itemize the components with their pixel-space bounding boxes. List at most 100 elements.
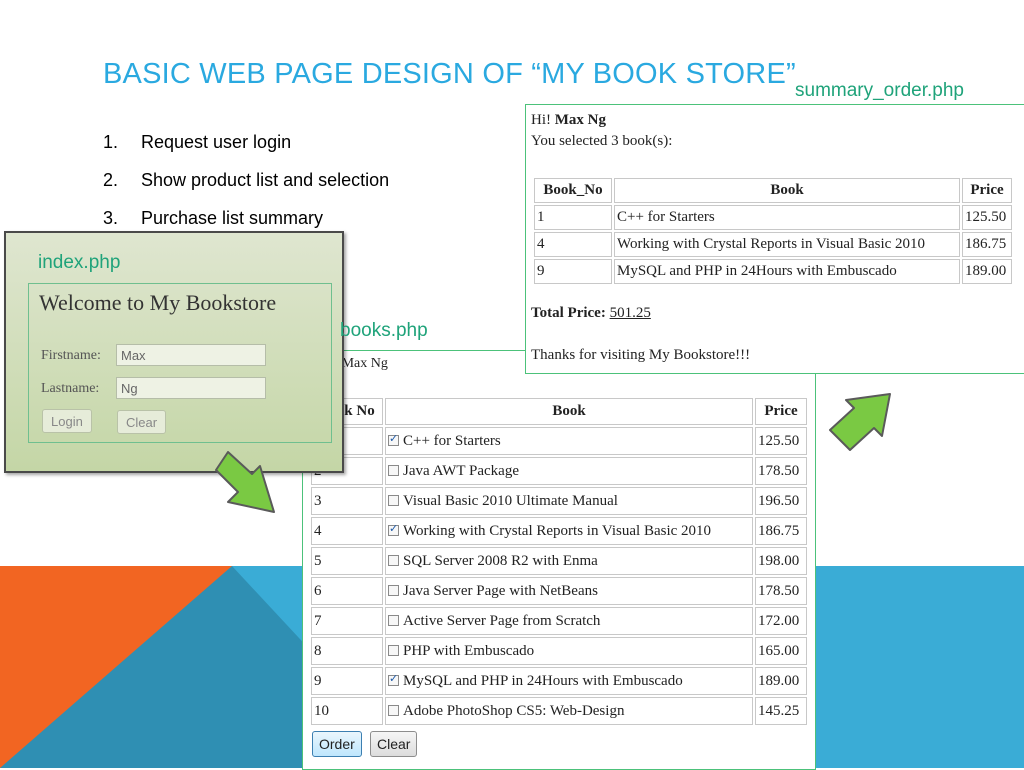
total-price-line: Total Price: 501.25 (531, 305, 651, 322)
book-title: Java Server Page with NetBeans (403, 582, 598, 599)
books-table: Book No Book Price 1C++ for Starters125.… (309, 396, 809, 727)
price-cell: 189.00 (755, 667, 807, 695)
firstname-label: Firstname: (41, 348, 101, 363)
book-checkbox[interactable] (388, 464, 399, 476)
book-no-cell: 1 (534, 205, 612, 230)
firstname-input[interactable] (116, 344, 266, 366)
index-page-label: index.php (38, 252, 121, 273)
book-checkbox[interactable] (388, 554, 399, 566)
summary-table: Book_No Book Price 1 C++ for Starters 125.… (532, 176, 1014, 286)
price-cell: 178.50 (755, 577, 807, 605)
book-select-cell[interactable]: Adobe PhotoShop CS5: Web-Design (385, 697, 753, 725)
book-title: Visual Basic 2010 Ultimate Manual (403, 492, 618, 509)
book-select-cell[interactable]: SQL Server 2008 R2 with Enma (385, 547, 753, 575)
price-cell: 198.00 (755, 547, 807, 575)
summary-page-label: summary_order.php (795, 80, 964, 101)
slide-title: BASIC WEB PAGE DESIGN OF “MY BOOK STORE” (103, 58, 796, 90)
clear-button[interactable]: Clear (117, 410, 167, 434)
welcome-heading: Welcome to My Bookstore (39, 290, 277, 315)
table-row: 7 Active Server Page from Scratch 172.00 (311, 607, 807, 635)
lastname-input[interactable] (116, 377, 266, 399)
book-no-cell: 6 (311, 577, 383, 605)
book-select-cell[interactable]: PHP with Embuscado (385, 637, 753, 665)
book-checkbox[interactable] (388, 672, 399, 686)
book-no-cell: 8 (311, 637, 383, 665)
books-window: Hello Max Ng Book No Book Price 1C++ for… (302, 350, 816, 770)
book-no-cell: 3 (311, 487, 383, 515)
table-header-row: Book_No Book Price (534, 178, 1012, 203)
book-select-cell[interactable]: Active Server Page from Scratch (385, 607, 753, 635)
book-title: Adobe PhotoShop CS5: Web-Design (403, 702, 625, 719)
book-no-cell: 9 (311, 667, 383, 695)
book-no-cell: 7 (311, 607, 383, 635)
book-select-cell[interactable]: Working with Crystal Reports in Visual B… (385, 517, 753, 545)
column-header: Price (962, 178, 1012, 203)
book-select-cell[interactable]: Java Server Page with NetBeans (385, 577, 753, 605)
book-no-cell: 5 (311, 547, 383, 575)
book-checkbox[interactable] (388, 704, 399, 716)
table-header-row: Book No Book Price (311, 398, 807, 425)
step-text: Purchase list summary (141, 208, 324, 228)
order-button[interactable]: Order (312, 731, 362, 757)
book-select-cell[interactable]: MySQL and PHP in 24Hours with Embuscado (385, 667, 753, 695)
total-label: Total Price: (531, 305, 606, 321)
book-title-cell: MySQL and PHP in 24Hours with Embuscado (614, 259, 960, 284)
table-row: 10 Adobe PhotoShop CS5: Web-Design 145.25 (311, 697, 807, 725)
greeting-prefix: Hi! (531, 112, 551, 128)
book-title: MySQL and PHP in 24Hours with Embuscado (403, 672, 683, 689)
book-title: PHP with Embuscado (403, 642, 535, 659)
book-checkbox[interactable] (388, 644, 399, 656)
book-checkbox[interactable] (388, 522, 399, 536)
thanks-text: Thanks for visiting My Bookstore!!! (531, 347, 751, 363)
step-number: 1. (103, 132, 119, 152)
table-row: 3 Visual Basic 2010 Ultimate Manual 196.50 (311, 487, 807, 515)
book-title-cell: C++ for Starters (614, 205, 960, 230)
book-checkbox[interactable] (388, 494, 399, 506)
book-select-cell[interactable]: Java AWT Package (385, 457, 753, 485)
price-cell: 172.00 (755, 607, 807, 635)
price-cell: 186.75 (962, 232, 1012, 257)
summary-greeting: Hi! Max Ng (531, 112, 606, 129)
clear-button[interactable]: Clear (370, 731, 418, 757)
step-number: 3. (103, 208, 119, 228)
book-no-cell: 10 (311, 697, 383, 725)
book-no-cell: 4 (534, 232, 612, 257)
book-title: Working with Crystal Reports in Visual B… (403, 522, 712, 539)
flow-arrow-up-right-icon (829, 393, 891, 451)
book-select-cell[interactable]: C++ for Starters (385, 427, 753, 455)
table-row: 9 MySQL and PHP in 24Hours with Embuscado… (311, 667, 807, 695)
book-title: C++ for Starters (403, 432, 501, 449)
login-button[interactable]: Login (42, 409, 92, 433)
table-row: 4 Working with Crystal Reports in Visual … (311, 517, 807, 545)
selected-count-text: You selected 3 book(s): (531, 133, 673, 149)
step-text: Request user login (141, 132, 292, 152)
book-title-cell: Working with Crystal Reports in Visual B… (614, 232, 960, 257)
table-row: 9MySQL and PHP in 24Hours with Embuscado… (534, 259, 1012, 284)
price-cell: 196.50 (755, 487, 807, 515)
flow-arrow-down-right-icon (215, 451, 275, 513)
book-checkbox[interactable] (388, 584, 399, 596)
table-row: 5 SQL Server 2008 R2 with Enma 198.00 (311, 547, 807, 575)
table-row: 6 Java Server Page with NetBeans 178.50 (311, 577, 807, 605)
price-cell: 125.50 (962, 205, 1012, 230)
book-select-cell[interactable]: Visual Basic 2010 Ultimate Manual (385, 487, 753, 515)
lastname-label: Lastname: (41, 381, 100, 396)
price-cell: 178.50 (755, 457, 807, 485)
book-no-cell: 4 (311, 517, 383, 545)
step-item: 2. Show product list and selection (103, 170, 389, 208)
column-header: Price (755, 398, 807, 425)
login-form: Welcome to My Bookstore Firstname: Lastn… (28, 283, 332, 443)
price-cell: 125.50 (755, 427, 807, 455)
book-checkbox[interactable] (388, 432, 399, 446)
total-value: 501.25 (609, 305, 651, 321)
price-cell: 145.25 (755, 697, 807, 725)
table-row: 8 PHP with Embuscado 165.00 (311, 637, 807, 665)
step-item: 1. Request user login (103, 132, 389, 170)
column-header: Book_No (534, 178, 612, 203)
table-row: 1C++ for Starters125.50 (534, 205, 1012, 230)
book-no-cell: 9 (534, 259, 612, 284)
book-checkbox[interactable] (388, 614, 399, 626)
price-cell: 186.75 (755, 517, 807, 545)
table-row: 4Working with Crystal Reports in Visual … (534, 232, 1012, 257)
summary-window: Hi! Max Ng You selected 3 book(s): Book_… (525, 104, 1024, 374)
